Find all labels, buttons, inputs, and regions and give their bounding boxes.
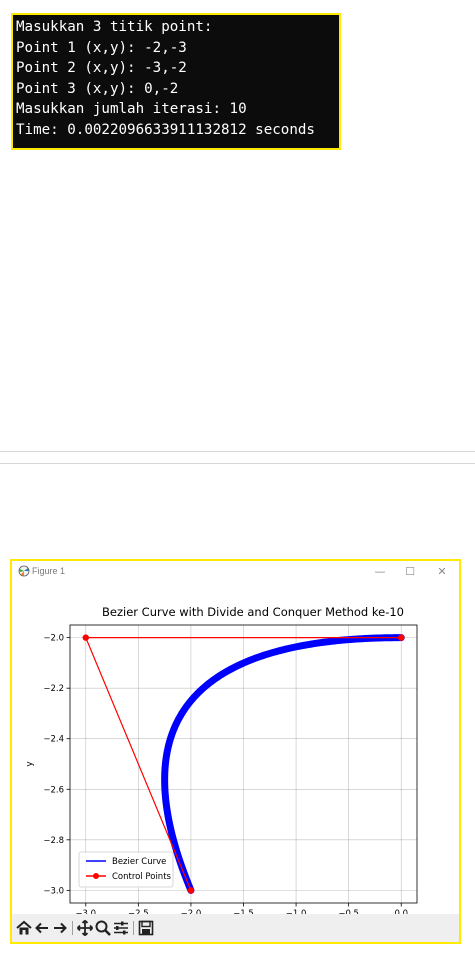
control-point-marker bbox=[398, 634, 405, 641]
y-tick-label: −2.4 bbox=[43, 735, 64, 745]
pan-icon[interactable] bbox=[76, 919, 94, 937]
close-button[interactable]: ✕ bbox=[430, 563, 454, 581]
navigation-toolbar bbox=[12, 914, 459, 942]
maximize-button[interactable]: ☐ bbox=[398, 563, 422, 581]
forward-arrow-icon[interactable] bbox=[51, 919, 69, 937]
console-text: Masukkan 3 titik point: Point 1 (x,y): -… bbox=[16, 19, 315, 138]
legend-label: Bezier Curve bbox=[112, 857, 166, 867]
chart-title: Bezier Curve with Divide and Conquer Met… bbox=[102, 605, 404, 619]
minimize-button[interactable]: — bbox=[368, 563, 392, 581]
plot-canvas[interactable]: Bezier Curve with Divide and Conquer Met… bbox=[12, 583, 459, 914]
y-tick-label: −3.0 bbox=[43, 886, 64, 896]
window-title: Figure 1 bbox=[32, 566, 66, 576]
y-tick-label: −2.2 bbox=[43, 684, 64, 694]
back-arrow-icon[interactable] bbox=[33, 919, 51, 937]
control-point-marker bbox=[82, 634, 89, 641]
control-point-marker bbox=[187, 887, 195, 894]
window-titlebar[interactable]: Figure 1 — ☐ ✕ bbox=[12, 561, 459, 583]
legend-control-marker bbox=[93, 873, 99, 879]
y-tick-label: −2.8 bbox=[43, 836, 64, 846]
toolbar-separator bbox=[133, 921, 134, 935]
configure-subplots-icon[interactable] bbox=[112, 919, 130, 937]
divider bbox=[0, 451, 475, 452]
legend-label: Control Points bbox=[112, 872, 172, 882]
matplotlib-icon bbox=[18, 565, 30, 577]
console-output: Masukkan 3 titik point: Point 1 (x,y): -… bbox=[11, 13, 341, 150]
legend: Bezier Curve Control Points bbox=[78, 851, 174, 888]
home-icon[interactable] bbox=[15, 919, 33, 937]
y-tick-label: −2.0 bbox=[43, 634, 64, 644]
save-icon[interactable] bbox=[137, 919, 155, 937]
figure-window: Figure 1 — ☐ ✕ Bezier Curve with Divide … bbox=[10, 559, 461, 944]
divider bbox=[0, 463, 475, 464]
zoom-icon[interactable] bbox=[94, 919, 112, 937]
toolbar-separator bbox=[72, 921, 73, 935]
y-axis-label: y bbox=[25, 761, 35, 767]
y-tick-label: −2.6 bbox=[43, 785, 64, 795]
